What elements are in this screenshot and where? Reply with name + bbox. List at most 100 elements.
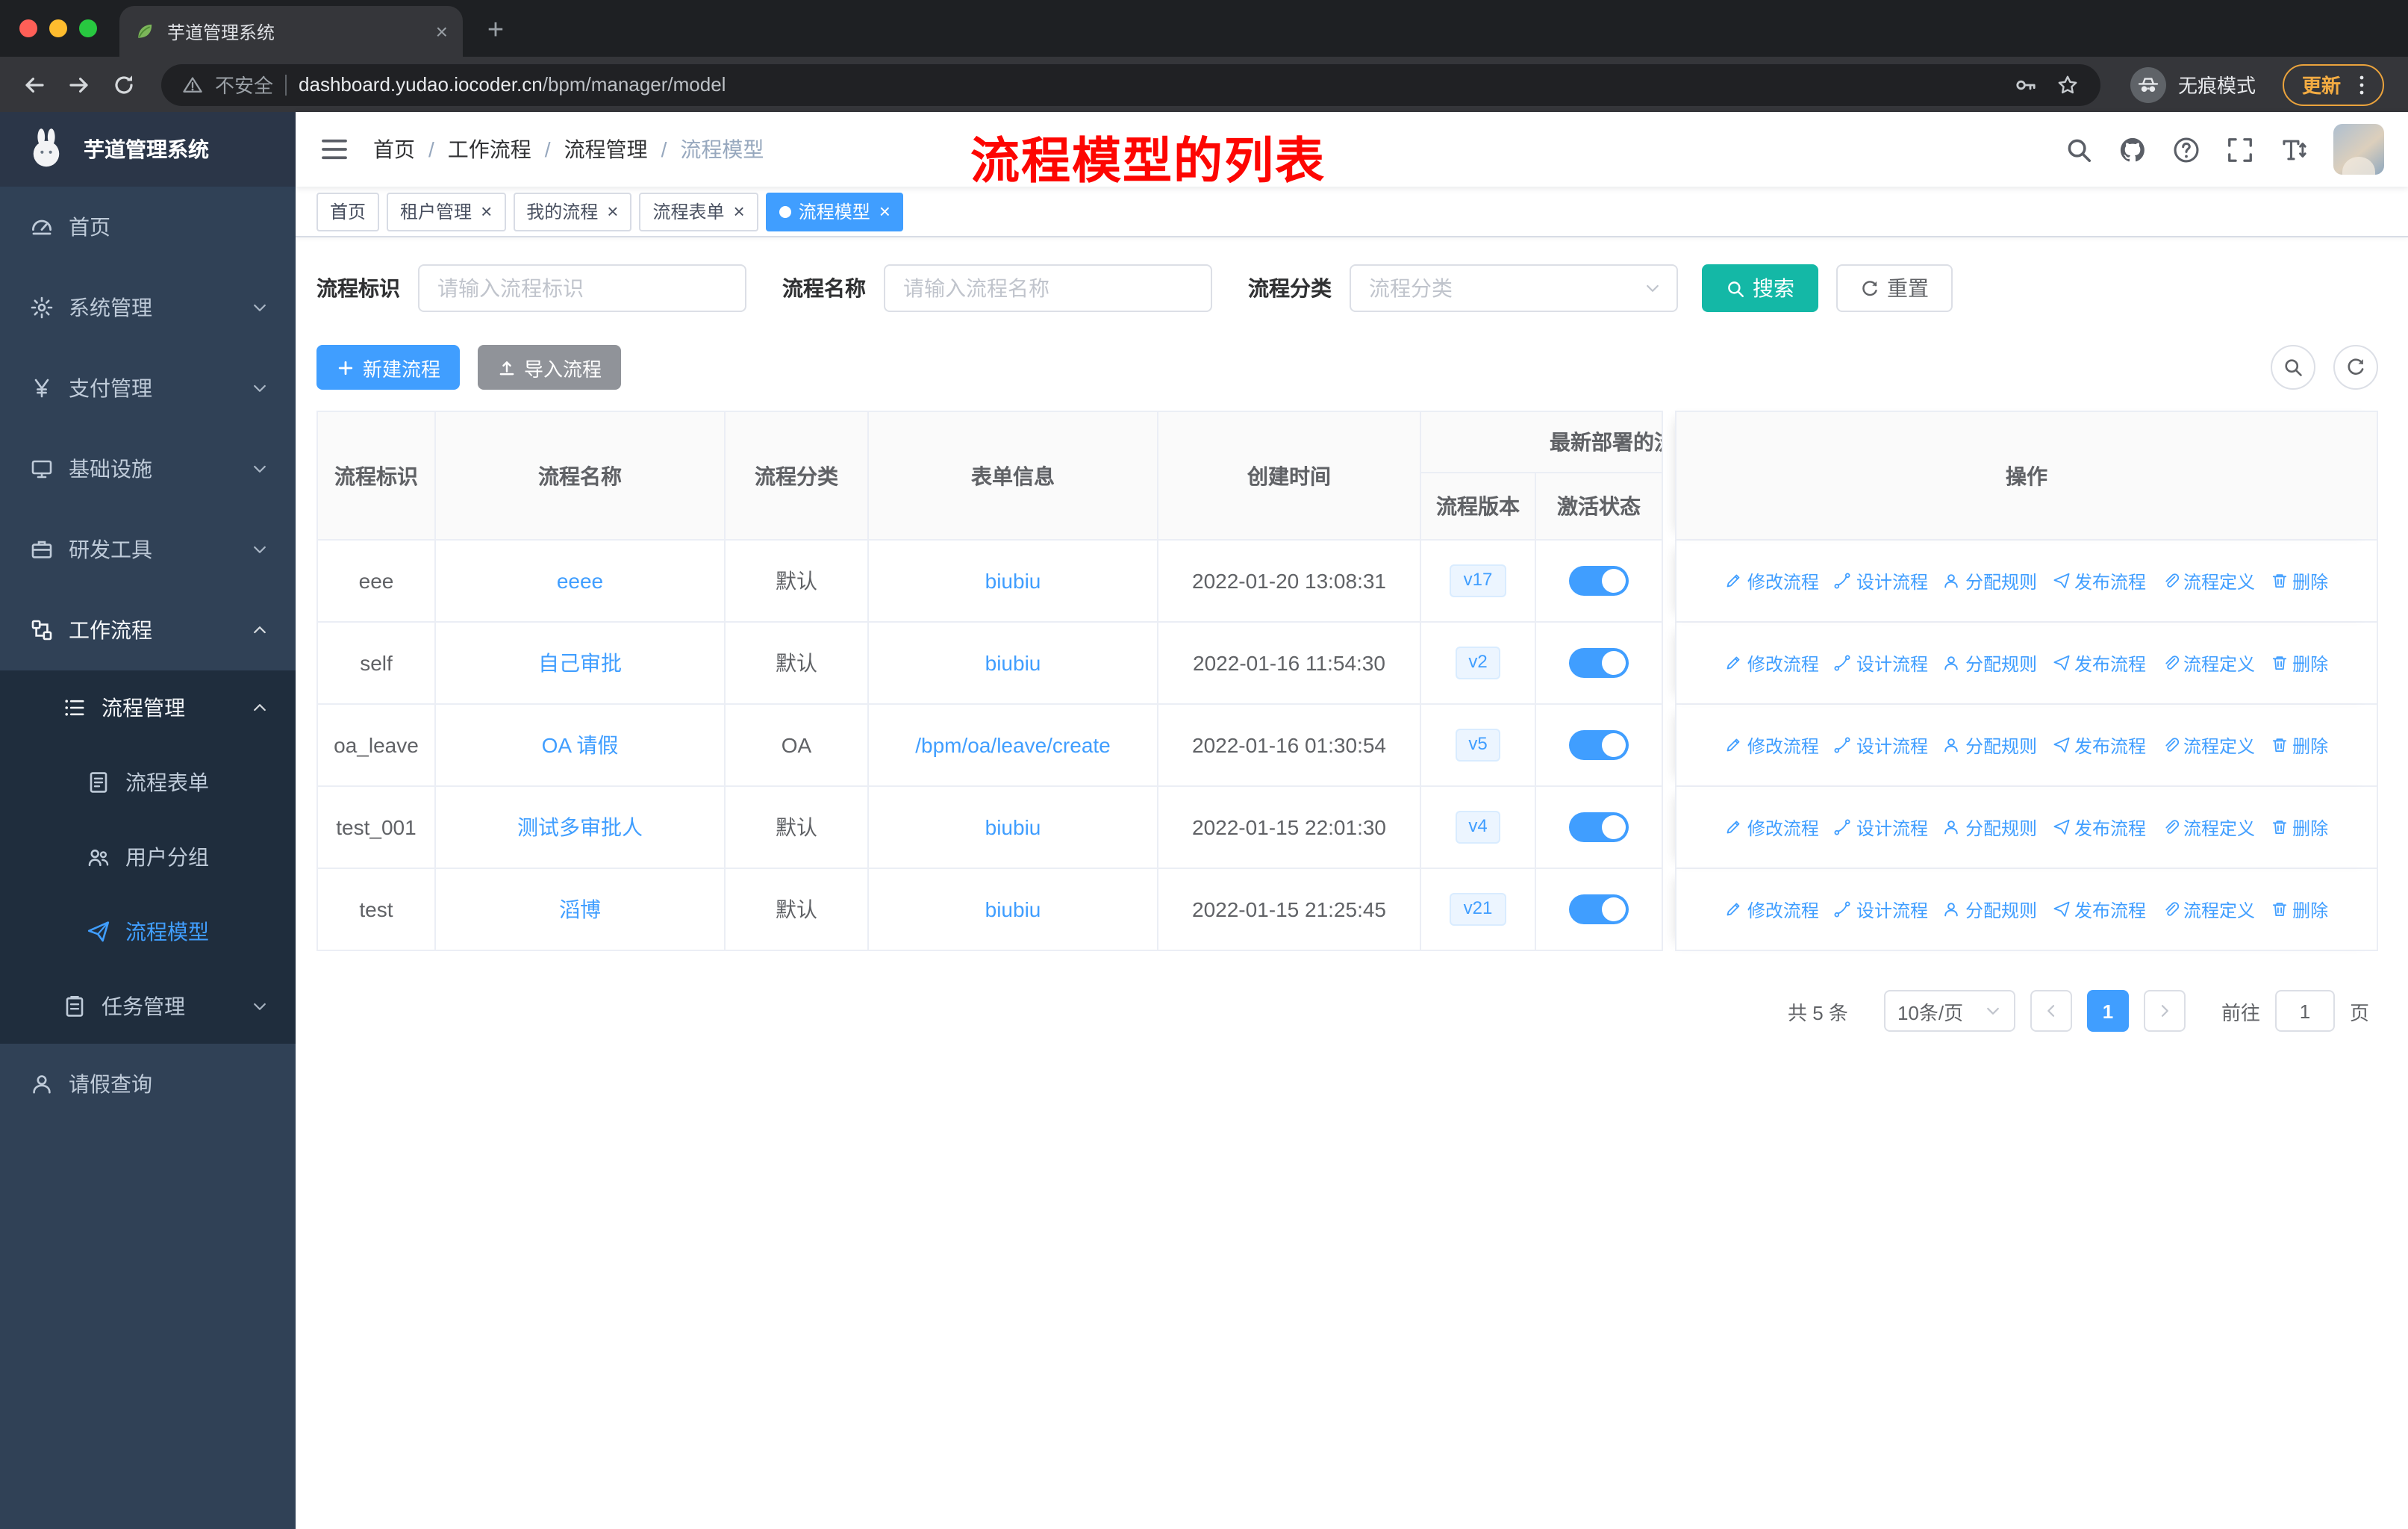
process-name-link[interactable]: 滔博 bbox=[559, 894, 601, 924]
modify-process-link[interactable]: 修改流程 bbox=[1725, 897, 1819, 922]
process-name-input[interactable] bbox=[884, 264, 1212, 312]
help-icon[interactable] bbox=[2172, 135, 2200, 164]
process-definition-link[interactable]: 流程定义 bbox=[2161, 650, 2255, 676]
process-definition-link[interactable]: 流程定义 bbox=[2161, 568, 2255, 594]
sidebar-item-task-management[interactable]: 任务管理 bbox=[0, 969, 296, 1044]
modify-process-link[interactable]: 修改流程 bbox=[1725, 732, 1819, 758]
assign-rule-link[interactable]: 分配规则 bbox=[1943, 650, 2037, 676]
category-select[interactable]: 流程分类 bbox=[1350, 264, 1678, 312]
process-id-input[interactable] bbox=[418, 264, 746, 312]
design-process-link[interactable]: 设计流程 bbox=[1834, 650, 1928, 676]
search-button[interactable]: 搜索 bbox=[1702, 264, 1818, 312]
bookmark-star-icon[interactable] bbox=[2056, 72, 2080, 96]
active-toggle[interactable] bbox=[1569, 894, 1629, 924]
minimize-window-button[interactable] bbox=[49, 19, 67, 37]
publish-process-link[interactable]: 发布流程 bbox=[2052, 650, 2146, 676]
forward-button[interactable] bbox=[60, 66, 99, 102]
publish-process-link[interactable]: 发布流程 bbox=[2052, 897, 2146, 922]
assign-rule-link[interactable]: 分配规则 bbox=[1943, 815, 2037, 840]
design-process-link[interactable]: 设计流程 bbox=[1834, 732, 1928, 758]
assign-rule-link[interactable]: 分配规则 bbox=[1943, 568, 2037, 594]
url-field[interactable]: 不安全 dashboard.yudao.iocoder.cn/bpm/manag… bbox=[161, 63, 2100, 105]
app-logo[interactable]: 芋道管理系统 bbox=[0, 112, 296, 187]
sidebar-item-dev-tools[interactable]: 研发工具 bbox=[0, 509, 296, 590]
browser-menu-button[interactable]: 更新 bbox=[2282, 63, 2384, 105]
delete-process-link[interactable]: 删除 bbox=[2270, 650, 2328, 676]
next-page-button[interactable] bbox=[2143, 990, 2186, 1032]
delete-process-link[interactable]: 删除 bbox=[2270, 815, 2328, 840]
close-tag-icon[interactable]: × bbox=[734, 202, 745, 221]
form-link[interactable]: biubiu bbox=[985, 897, 1041, 921]
font-size-icon[interactable] bbox=[2280, 135, 2308, 164]
sidebar-item-user-group[interactable]: 用户分组 bbox=[0, 820, 296, 894]
breadcrumb-item[interactable]: 流程管理 bbox=[564, 134, 648, 164]
close-window-button[interactable] bbox=[19, 19, 37, 37]
import-process-button[interactable]: 导入流程 bbox=[478, 345, 622, 390]
collapse-sidebar-button[interactable] bbox=[319, 134, 349, 164]
modify-process-link[interactable]: 修改流程 bbox=[1725, 568, 1819, 594]
design-process-link[interactable]: 设计流程 bbox=[1834, 897, 1928, 922]
new-tab-button[interactable]: + bbox=[475, 10, 517, 52]
sidebar-item-infrastructure[interactable]: 基础设施 bbox=[0, 429, 296, 509]
password-key-icon[interactable] bbox=[2014, 72, 2038, 96]
active-toggle[interactable] bbox=[1569, 812, 1629, 842]
sidebar-item-leave-query[interactable]: 请假查询 bbox=[0, 1044, 296, 1124]
form-link[interactable]: /bpm/oa/leave/create bbox=[915, 733, 1111, 757]
sidebar-item-workflow[interactable]: 工作流程 bbox=[0, 590, 296, 670]
process-name-link[interactable]: OA 请假 bbox=[542, 730, 619, 760]
page-size-select[interactable]: 10条/页 bbox=[1883, 990, 2015, 1032]
refresh-table-button[interactable] bbox=[2333, 345, 2378, 390]
back-button[interactable] bbox=[15, 66, 54, 102]
tag-home[interactable]: 首页 bbox=[316, 192, 380, 231]
assign-rule-link[interactable]: 分配规则 bbox=[1943, 897, 2037, 922]
browser-tab[interactable]: 芋道管理系统 × bbox=[119, 6, 463, 57]
tag-process-model[interactable]: 流程模型 × bbox=[765, 192, 904, 231]
page-number-1[interactable]: 1 bbox=[2086, 990, 2129, 1032]
active-toggle[interactable] bbox=[1569, 648, 1629, 678]
publish-process-link[interactable]: 发布流程 bbox=[2052, 732, 2146, 758]
modify-process-link[interactable]: 修改流程 bbox=[1725, 650, 1819, 676]
process-definition-link[interactable]: 流程定义 bbox=[2161, 815, 2255, 840]
process-definition-link[interactable]: 流程定义 bbox=[2161, 897, 2255, 922]
github-icon[interactable] bbox=[2118, 135, 2147, 164]
form-link[interactable]: biubiu bbox=[985, 569, 1041, 593]
sidebar-item-process-form[interactable]: 流程表单 bbox=[0, 745, 296, 820]
process-name-link[interactable]: 测试多审批人 bbox=[517, 812, 643, 842]
toggle-search-button[interactable] bbox=[2271, 345, 2315, 390]
close-tab-icon[interactable]: × bbox=[436, 19, 448, 43]
sidebar-item-payment-management[interactable]: 支付管理 bbox=[0, 348, 296, 429]
close-tag-icon[interactable]: × bbox=[481, 202, 492, 221]
delete-process-link[interactable]: 删除 bbox=[2270, 897, 2328, 922]
close-tag-icon[interactable]: × bbox=[607, 202, 618, 221]
create-process-button[interactable]: 新建流程 bbox=[316, 345, 461, 390]
tag-process-form[interactable]: 流程表单 × bbox=[639, 192, 758, 231]
tag-my-process[interactable]: 我的流程 × bbox=[513, 192, 632, 231]
zoom-window-button[interactable] bbox=[79, 19, 97, 37]
publish-process-link[interactable]: 发布流程 bbox=[2052, 568, 2146, 594]
breadcrumb-item[interactable]: 首页 bbox=[373, 134, 415, 164]
publish-process-link[interactable]: 发布流程 bbox=[2052, 815, 2146, 840]
breadcrumb-item[interactable]: 工作流程 bbox=[448, 134, 531, 164]
delete-process-link[interactable]: 删除 bbox=[2270, 568, 2328, 594]
sidebar-item-home[interactable]: 首页 bbox=[0, 187, 296, 267]
close-tag-icon[interactable]: × bbox=[879, 202, 890, 221]
fullscreen-icon[interactable] bbox=[2226, 135, 2254, 164]
process-name-link[interactable]: 自己审批 bbox=[538, 648, 622, 678]
tag-tenant-management[interactable]: 租户管理 × bbox=[387, 192, 506, 231]
active-toggle[interactable] bbox=[1569, 730, 1629, 760]
reload-button[interactable] bbox=[105, 66, 143, 102]
search-icon[interactable] bbox=[2065, 135, 2093, 164]
active-toggle[interactable] bbox=[1569, 566, 1629, 596]
modify-process-link[interactable]: 修改流程 bbox=[1725, 815, 1819, 840]
sidebar-item-process-management[interactable]: 流程管理 bbox=[0, 670, 296, 745]
user-avatar[interactable] bbox=[2333, 124, 2384, 175]
form-link[interactable]: biubiu bbox=[985, 651, 1041, 675]
delete-process-link[interactable]: 删除 bbox=[2270, 732, 2328, 758]
sidebar-item-system-management[interactable]: 系统管理 bbox=[0, 267, 296, 348]
design-process-link[interactable]: 设计流程 bbox=[1834, 815, 1928, 840]
form-link[interactable]: biubiu bbox=[985, 815, 1041, 839]
reset-button[interactable]: 重置 bbox=[1836, 264, 1953, 312]
process-name-link[interactable]: eeee bbox=[557, 569, 603, 593]
prev-page-button[interactable] bbox=[2030, 990, 2072, 1032]
assign-rule-link[interactable]: 分配规则 bbox=[1943, 732, 2037, 758]
